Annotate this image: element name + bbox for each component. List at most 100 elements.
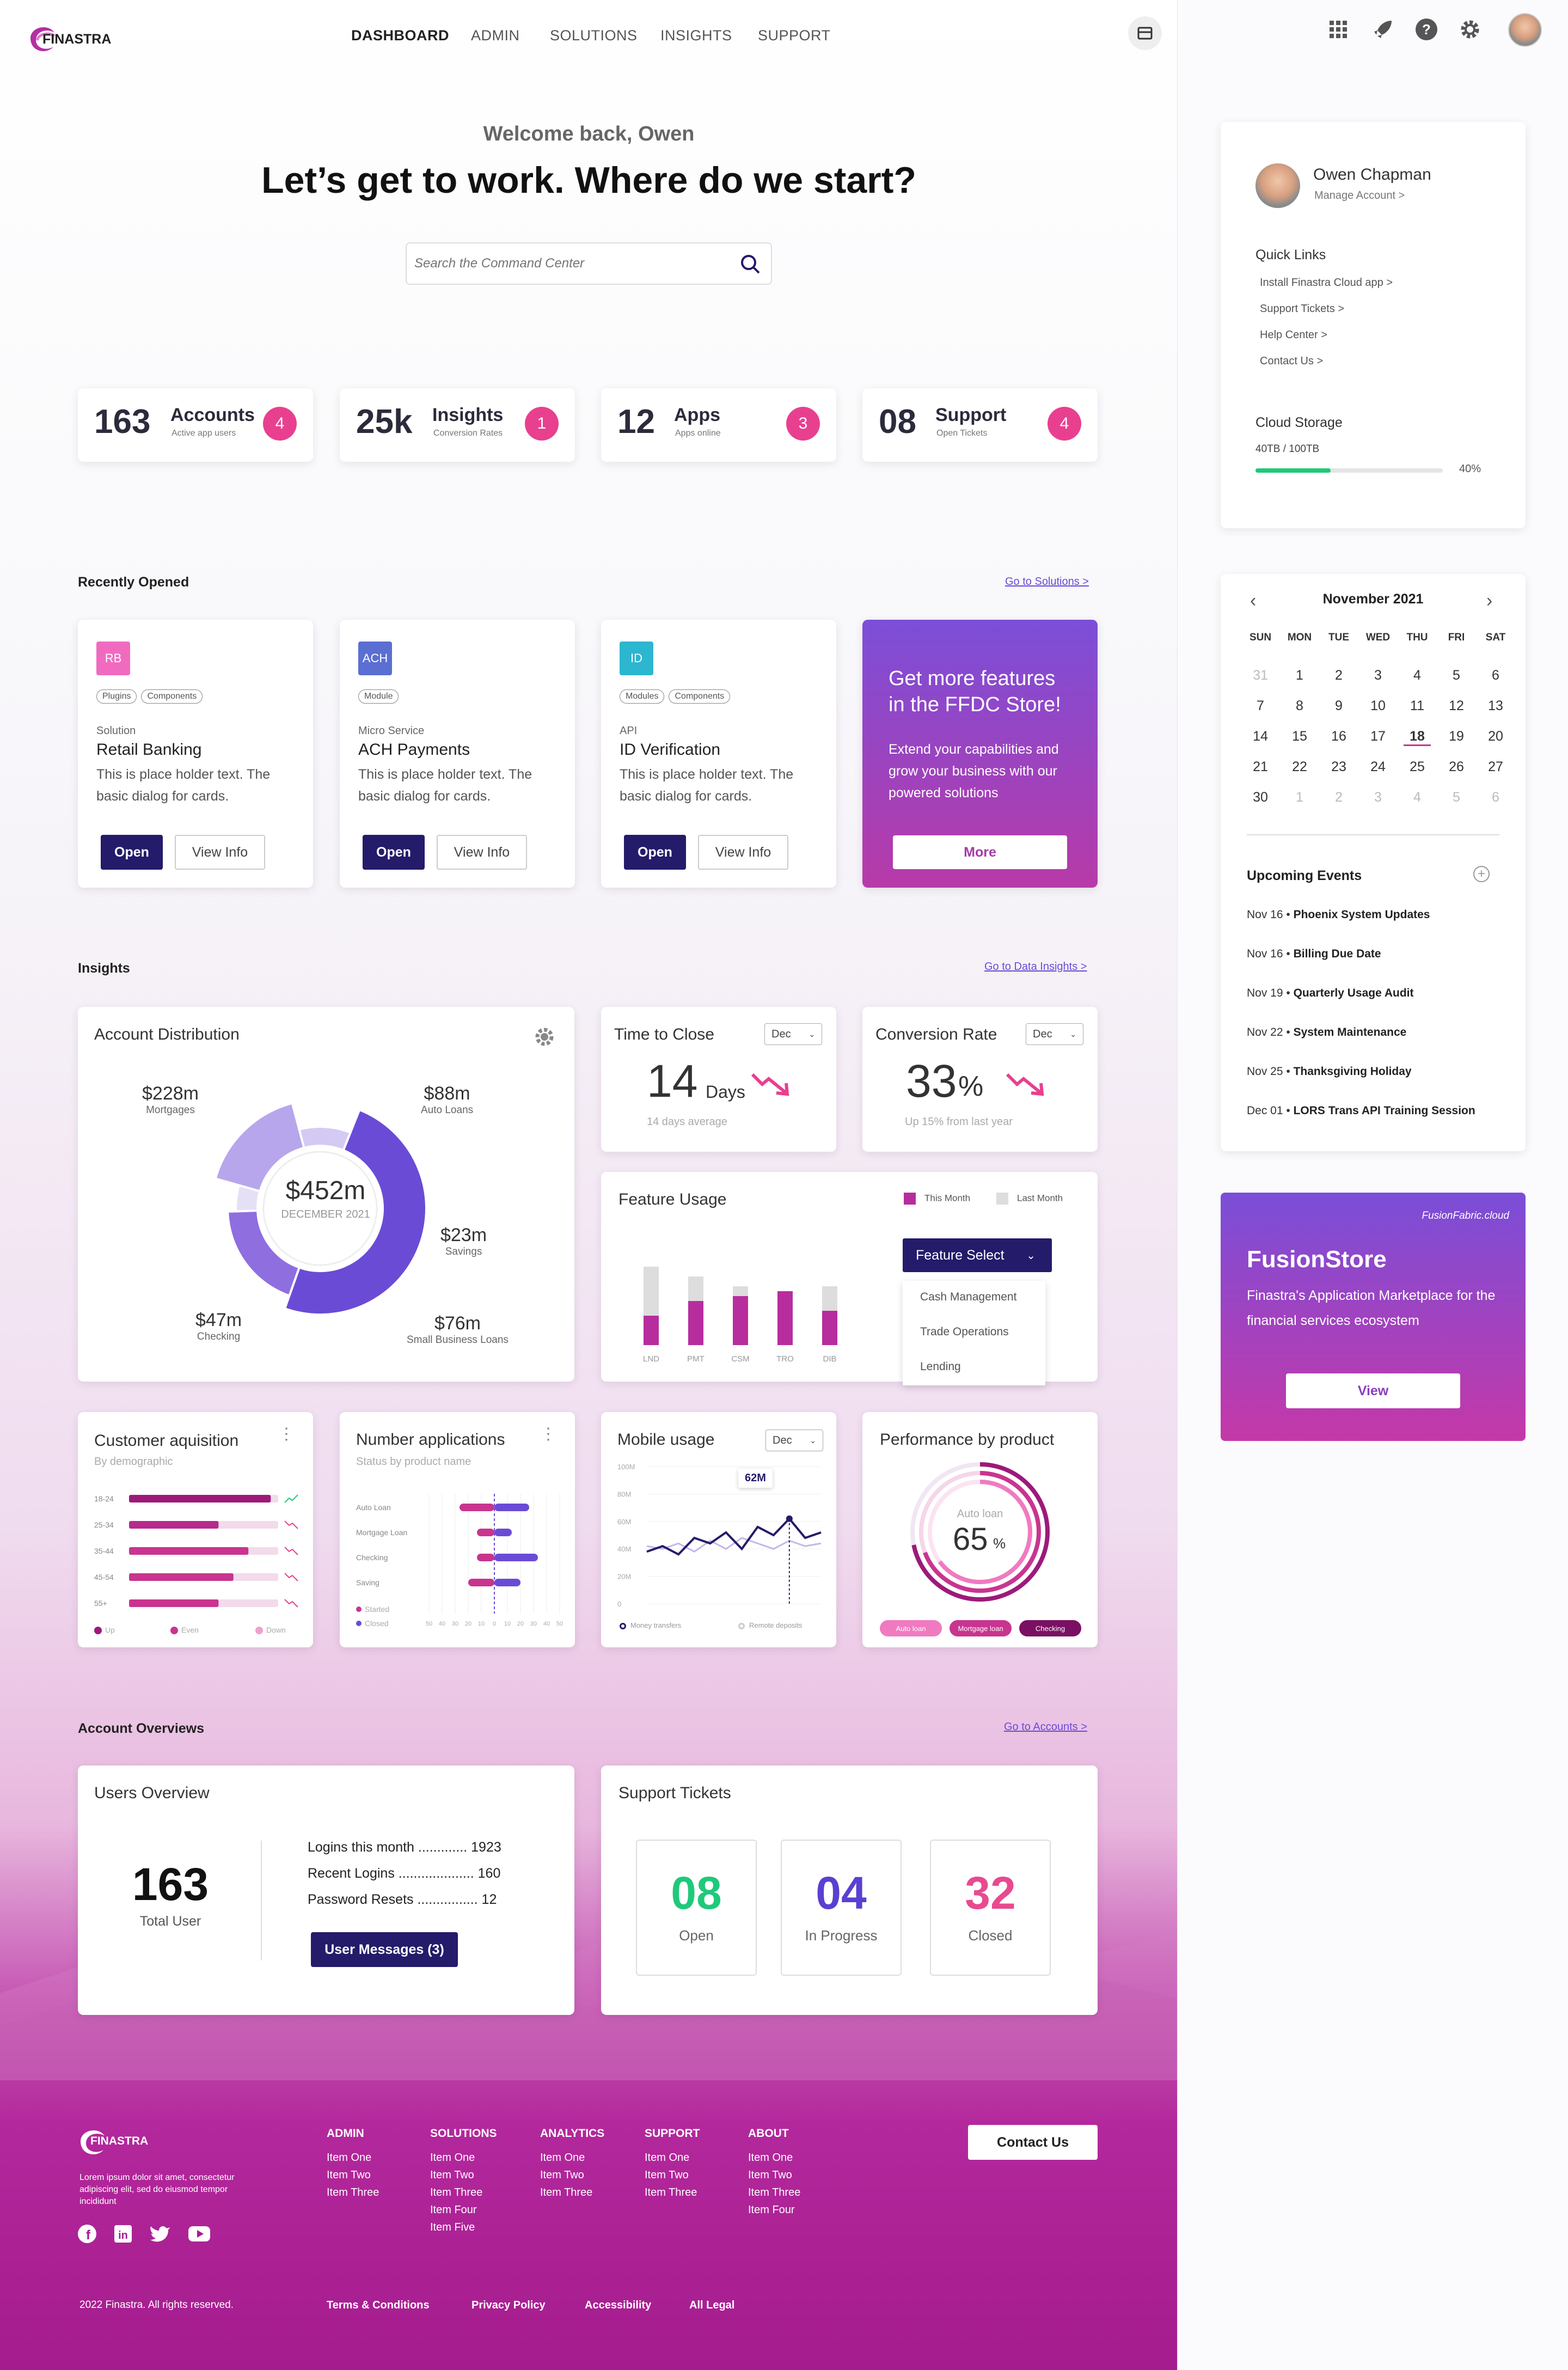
calendar-day[interactable]: 24 <box>1364 759 1392 775</box>
quick-link[interactable]: Help Center > <box>1260 329 1327 341</box>
footer-logo[interactable]: FINASTRA <box>76 2122 185 2160</box>
tag-mortgage-loan[interactable]: Mortgage loan <box>950 1620 1012 1636</box>
footer-link[interactable]: Item One <box>645 2149 700 2166</box>
calendar-day[interactable]: 16 <box>1325 729 1352 744</box>
view-info-button[interactable]: View Info <box>437 835 527 870</box>
feature-select-dropdown[interactable]: Feature Select ⌄ <box>903 1238 1052 1272</box>
calendar-day[interactable]: 12 <box>1443 698 1470 714</box>
help-icon[interactable]: ? <box>1414 17 1438 41</box>
event-item[interactable]: Dec 01 • LORS Trans API Training Session <box>1247 1104 1475 1117</box>
calendar-day[interactable]: 6 <box>1482 668 1509 683</box>
calendar-day[interactable]: 3 <box>1364 668 1392 683</box>
calendar-day[interactable]: 1 <box>1286 790 1313 805</box>
calendar-day[interactable]: 2 <box>1325 668 1352 683</box>
apps-grid-icon[interactable] <box>1328 20 1348 39</box>
rocket-icon[interactable] <box>1372 19 1394 40</box>
calendar-day[interactable]: 27 <box>1482 759 1509 775</box>
user-avatar[interactable] <box>1255 163 1300 208</box>
more-button[interactable]: More <box>893 835 1067 869</box>
footer-link[interactable]: Item Two <box>645 2166 700 2184</box>
footer-link[interactable]: Item Three <box>327 2184 379 2201</box>
quick-link[interactable]: Install Finastra Cloud app > <box>1260 277 1393 289</box>
footer-link[interactable]: Item Three <box>540 2184 604 2201</box>
footer-link[interactable]: Item Three <box>748 2184 800 2201</box>
calendar-day[interactable]: 3 <box>1364 790 1392 805</box>
privacy-link[interactable]: Privacy Policy <box>471 2299 546 2312</box>
recent-card-id-verification[interactable]: ID Modules Components API ID Verification… <box>601 620 836 888</box>
footer-link[interactable]: Item One <box>540 2149 604 2166</box>
nav-solutions[interactable]: SOLUTIONS <box>550 27 638 44</box>
view-info-button[interactable]: View Info <box>175 835 265 870</box>
menu-item[interactable]: Trade Operations <box>920 1326 1009 1339</box>
calendar-day[interactable]: 13 <box>1482 698 1509 714</box>
calendar-day[interactable]: 2 <box>1325 790 1352 805</box>
calendar-day[interactable]: 5 <box>1443 790 1470 805</box>
panel-toggle-icon[interactable] <box>1128 16 1162 50</box>
open-button[interactable]: Open <box>363 835 425 870</box>
go-to-data-insights-link[interactable]: Go to Data Insights > <box>984 961 1087 973</box>
calendar-day[interactable]: 7 <box>1247 698 1274 714</box>
calendar-day[interactable]: 5 <box>1443 668 1470 683</box>
tag-checking[interactable]: Checking <box>1019 1620 1081 1636</box>
month-select[interactable]: Dec ⌄ <box>764 1023 822 1045</box>
open-button[interactable]: Open <box>101 835 163 870</box>
footer-link[interactable]: Item One <box>430 2149 497 2166</box>
manage-account-link[interactable]: Manage Account > <box>1314 190 1405 202</box>
event-item[interactable]: Nov 16 • Billing Due Date <box>1247 948 1381 961</box>
calendar-day[interactable]: 1 <box>1286 668 1313 683</box>
calendar-day-today[interactable]: 18 <box>1404 729 1431 746</box>
footer-link[interactable]: Item One <box>748 2149 800 2166</box>
calendar-day[interactable]: 15 <box>1286 729 1313 744</box>
calendar-day[interactable]: 4 <box>1404 668 1431 683</box>
footer-link[interactable]: Item Two <box>430 2166 497 2184</box>
ticket-closed[interactable]: 32 Closed <box>930 1840 1051 1976</box>
twitter-icon[interactable] <box>149 2224 171 2244</box>
contact-us-button[interactable]: Contact Us <box>968 2125 1098 2160</box>
nav-insights[interactable]: INSIGHTS <box>660 27 732 44</box>
calendar-day[interactable]: 4 <box>1404 790 1431 805</box>
calendar-day[interactable]: 10 <box>1364 698 1392 714</box>
open-button[interactable]: Open <box>624 835 686 870</box>
all-legal-link[interactable]: All Legal <box>689 2299 734 2312</box>
calendar-day[interactable]: 23 <box>1325 759 1352 775</box>
add-event-icon[interactable]: + <box>1473 866 1490 882</box>
chevron-right-icon[interactable]: › <box>1486 590 1492 612</box>
stat-support[interactable]: 08 Support Open Tickets 4 <box>862 388 1098 462</box>
calendar-day[interactable]: 26 <box>1443 759 1470 775</box>
stat-accounts[interactable]: 163 Accounts Active app users 4 <box>78 388 313 462</box>
calendar-day[interactable]: 22 <box>1286 759 1313 775</box>
footer-link[interactable]: Item Two <box>748 2166 800 2184</box>
terms-link[interactable]: Terms & Conditions <box>327 2299 430 2312</box>
footer-link[interactable]: Item Five <box>430 2219 497 2236</box>
calendar-day[interactable]: 17 <box>1364 729 1392 744</box>
calendar-day[interactable]: 6 <box>1482 790 1509 805</box>
footer-link[interactable]: Item Four <box>748 2201 800 2219</box>
calendar-day[interactable]: 11 <box>1404 698 1431 714</box>
menu-item[interactable]: Lending <box>920 1360 961 1373</box>
quick-link[interactable]: Support Tickets > <box>1260 303 1344 315</box>
view-info-button[interactable]: View Info <box>698 835 788 870</box>
finastra-logo[interactable]: FINASTRA <box>26 16 124 60</box>
youtube-icon[interactable] <box>187 2224 211 2244</box>
recent-card-retail-banking[interactable]: RB Plugins Components Solution Retail Ban… <box>78 620 313 888</box>
go-to-accounts-link[interactable]: Go to Accounts > <box>1004 1721 1087 1733</box>
menu-item[interactable]: Cash Management <box>920 1291 1016 1304</box>
calendar-day[interactable]: 8 <box>1286 698 1313 714</box>
view-store-button[interactable]: View <box>1286 1373 1460 1408</box>
event-item[interactable]: Nov 16 • Phoenix System Updates <box>1247 908 1430 921</box>
linkedin-icon[interactable]: in <box>113 2224 133 2244</box>
footer-link[interactable]: Item Two <box>327 2166 379 2184</box>
calendar-day[interactable]: 9 <box>1325 698 1352 714</box>
footer-link[interactable]: Item Three <box>430 2184 497 2201</box>
calendar-day[interactable]: 21 <box>1247 759 1274 775</box>
recent-card-ach-payments[interactable]: ACH Module Micro Service ACH Payments Th… <box>340 620 575 888</box>
calendar-day[interactable]: 25 <box>1404 759 1431 775</box>
accessibility-link[interactable]: Accessibility <box>585 2299 651 2312</box>
stat-apps[interactable]: 12 Apps Apps online 3 <box>601 388 836 462</box>
settings-gear-icon[interactable] <box>1458 17 1482 41</box>
event-item[interactable]: Nov 25 • Thanksgiving Holiday <box>1247 1065 1412 1078</box>
calendar-day[interactable]: 20 <box>1482 729 1509 744</box>
quick-link[interactable]: Contact Us > <box>1260 355 1323 368</box>
footer-link[interactable]: Item Two <box>540 2166 604 2184</box>
stat-insights[interactable]: 25k Insights Conversion Rates 1 <box>340 388 575 462</box>
